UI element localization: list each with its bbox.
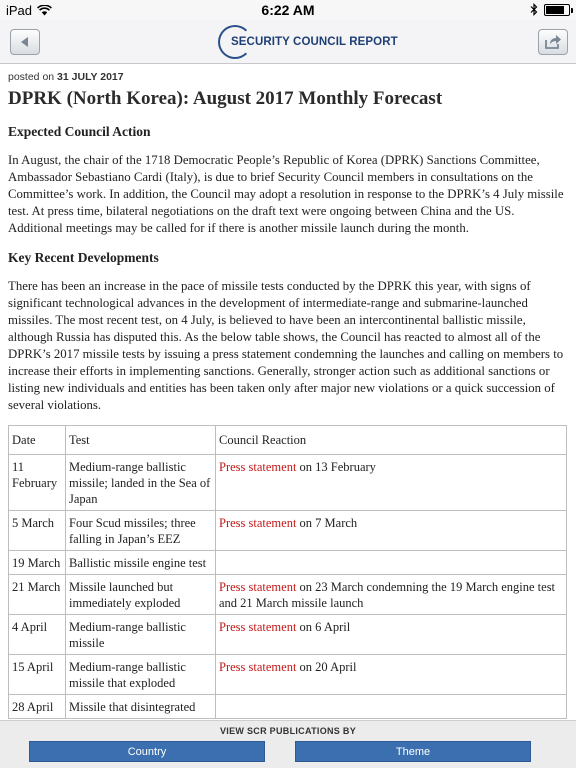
cell-test: Medium-range ballistic missile bbox=[65, 614, 216, 655]
table-row: 15 April Medium-range ballistic missile … bbox=[8, 654, 567, 695]
logo-text: SECURITY COUNCIL REPORT bbox=[231, 36, 398, 48]
reaction-text: on 7 March bbox=[296, 516, 358, 530]
cell-test: Missile launched but immediately explode… bbox=[65, 574, 216, 615]
cell-date: 4 April bbox=[8, 614, 66, 655]
publications-title: VIEW SCR PUBLICATIONS BY bbox=[219, 726, 357, 736]
scr-logo[interactable]: SECURITY COUNCIL REPORT bbox=[218, 24, 398, 60]
nav-bar: SECURITY COUNCIL REPORT bbox=[0, 20, 576, 64]
back-arrow-icon bbox=[21, 37, 28, 47]
press-statement-link[interactable]: Press statement bbox=[219, 580, 296, 594]
press-statement-link[interactable]: Press statement bbox=[219, 620, 296, 634]
posted-prefix: posted on bbox=[8, 71, 55, 83]
publications-panel: VIEW SCR PUBLICATIONS BY Country Theme bbox=[0, 720, 576, 768]
cell-date: 21 March bbox=[8, 574, 66, 615]
table-row: 21 March Missile launched but immediatel… bbox=[8, 574, 567, 615]
article-content[interactable]: posted on 31 JULY 2017 DPRK (North Korea… bbox=[0, 65, 576, 720]
logo-ring-icon bbox=[218, 25, 252, 59]
press-statement-link[interactable]: Press statement bbox=[219, 516, 296, 530]
table-row: 28 April Missile that disintegrated bbox=[8, 694, 567, 719]
cell-test: Medium-range ballistic missile; landed i… bbox=[65, 454, 216, 511]
cell-test: Ballistic missile engine test bbox=[65, 550, 216, 575]
section-heading-expected-action: Expected Council Action bbox=[8, 124, 151, 139]
cell-date: 19 March bbox=[8, 550, 66, 575]
table-header-row: Date Test Council Reaction bbox=[8, 425, 567, 455]
cell-test: Missile that disintegrated bbox=[65, 694, 216, 719]
cell-test: Medium-range ballistic missile that expl… bbox=[65, 654, 216, 695]
share-button[interactable] bbox=[538, 29, 568, 55]
status-right bbox=[530, 3, 573, 16]
reaction-text: on 20 April bbox=[296, 660, 357, 674]
cell-reaction bbox=[215, 694, 567, 719]
cell-reaction: Press statement on 23 March condemning t… bbox=[215, 574, 567, 615]
cell-reaction: Press statement on 6 April bbox=[215, 614, 567, 655]
cell-reaction: Press statement on 7 March bbox=[215, 510, 567, 551]
share-icon bbox=[545, 35, 561, 49]
table-row: 19 March Ballistic missile engine test bbox=[8, 550, 567, 575]
page-title: DPRK (North Korea): August 2017 Monthly … bbox=[8, 88, 443, 109]
cell-date: 28 April bbox=[8, 694, 66, 719]
cell-date: 5 March bbox=[8, 510, 66, 551]
cell-reaction: Press statement on 20 April bbox=[215, 654, 567, 695]
press-statement-link[interactable]: Press statement bbox=[219, 460, 296, 474]
reaction-text: on 13 February bbox=[296, 460, 376, 474]
back-button[interactable] bbox=[10, 29, 40, 55]
cell-test: Four Scud missiles; three falling in Jap… bbox=[65, 510, 216, 551]
theme-button[interactable]: Theme bbox=[295, 741, 531, 762]
header-council-reaction: Council Reaction bbox=[215, 425, 567, 455]
cell-date: 15 April bbox=[8, 654, 66, 695]
header-date: Date bbox=[8, 425, 66, 455]
paragraph-key-developments: There has been an increase in the pace o… bbox=[8, 279, 564, 412]
cell-date: 11 February bbox=[8, 454, 66, 511]
paragraph-expected-action: In August, the chair of the 1718 Democra… bbox=[8, 153, 564, 235]
posted-line: posted on 31 JULY 2017 bbox=[8, 71, 568, 83]
battery-icon bbox=[544, 3, 573, 16]
status-bar: iPad 6:22 AM bbox=[0, 0, 576, 20]
press-statement-link[interactable]: Press statement bbox=[219, 660, 296, 674]
developments-table: Date Test Council Reaction 11 February M… bbox=[8, 425, 567, 719]
bluetooth-icon bbox=[530, 3, 538, 16]
status-time: 6:22 AM bbox=[261, 2, 315, 18]
header-test: Test bbox=[65, 425, 216, 455]
cell-reaction: Press statement on 13 February bbox=[215, 454, 567, 511]
reaction-text: on 6 April bbox=[296, 620, 351, 634]
posted-date: 31 JULY 2017 bbox=[57, 71, 124, 83]
section-heading-key-developments: Key Recent Developments bbox=[8, 250, 159, 265]
battery-fill bbox=[546, 5, 564, 14]
country-button[interactable]: Country bbox=[29, 741, 265, 762]
table-row: 4 April Medium-range ballistic missile P… bbox=[8, 614, 567, 655]
table-row: 11 February Medium-range ballistic missi… bbox=[8, 454, 567, 511]
table-row: 5 March Four Scud missiles; three fallin… bbox=[8, 510, 567, 551]
cell-reaction bbox=[215, 550, 567, 575]
